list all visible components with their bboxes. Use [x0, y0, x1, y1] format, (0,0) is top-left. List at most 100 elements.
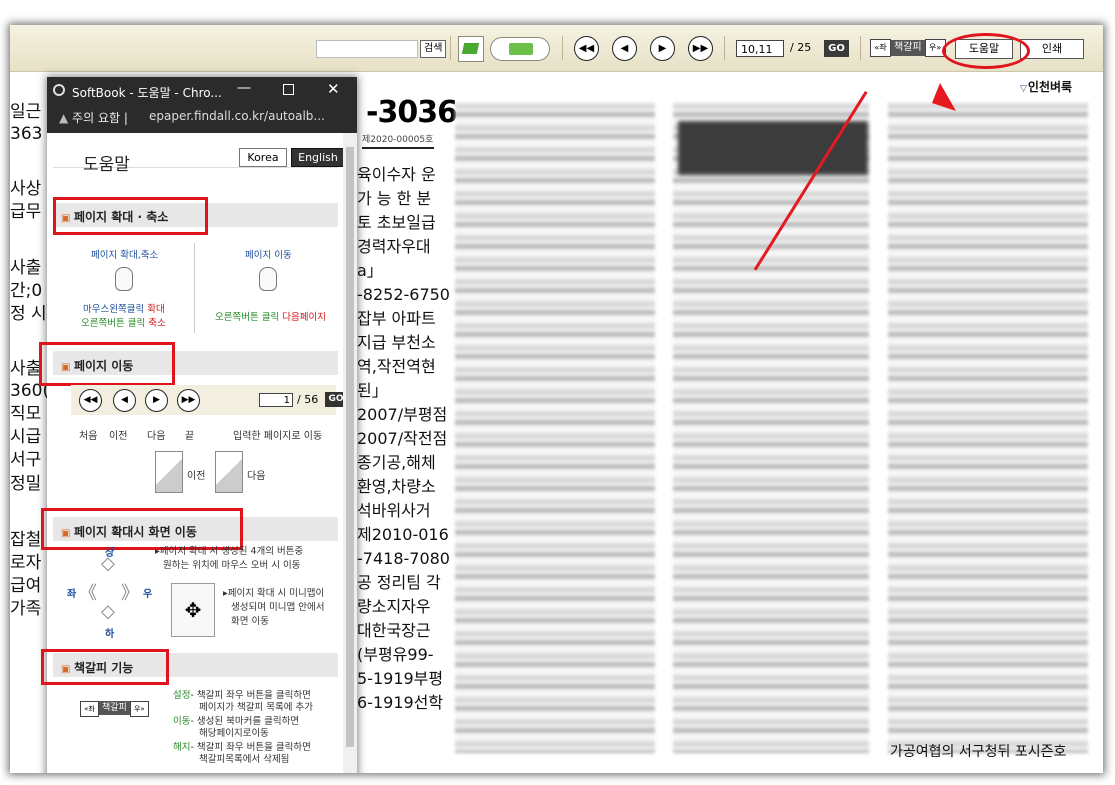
next-page-icon — [215, 451, 243, 493]
left-fragment-text: 잡철 — [10, 530, 42, 550]
column-rule — [362, 147, 434, 149]
middle-column-line: 6-1919선학 — [357, 693, 444, 712]
bookmark-set-desc2: 페이지가 책갈피 목록에 추가 — [199, 702, 313, 713]
toolbar-divider — [450, 36, 451, 60]
warning-text: 주의 요함 — [72, 111, 121, 125]
left-fragment-text: 가족 — [10, 599, 42, 619]
blurred-column-2 — [673, 103, 869, 753]
email-button[interactable] — [458, 36, 484, 62]
arrow-right-icon: 》 — [121, 583, 139, 604]
middle-column-line: (부평유99- — [357, 645, 434, 664]
left-fragment-text: 서구 — [10, 450, 42, 470]
minimize-icon[interactable]: — — [237, 80, 251, 96]
dir-right: 우 — [143, 589, 153, 600]
security-warning[interactable]: ▲ 주의 요함 | — [59, 109, 128, 126]
left-fragment-text: 정 시 — [10, 304, 47, 324]
popup-titlebar: SoftBook - 도움말 - Chro... — ✕ ▲ 주의 요함 | e… — [47, 77, 357, 133]
help-highlight-ellipse — [942, 33, 1030, 69]
bookmark-sample-left: «좌 — [80, 701, 99, 717]
dir-left: 좌 — [67, 589, 77, 600]
help-popup-window: SoftBook - 도움말 - Chro... — ✕ ▲ 주의 요함 | e… — [39, 77, 357, 773]
popup-scrollbar[interactable] — [343, 133, 357, 773]
middle-column-line: 환영,차량소 — [357, 477, 436, 496]
demo-page-total: / 56 — [297, 393, 319, 406]
left-fragment-text: 직모 — [10, 404, 42, 424]
dir-down: 하 — [105, 629, 115, 640]
bookmark-sample-right: 우» — [129, 701, 149, 717]
middle-column-line: 공 정리팀 각 — [357, 573, 441, 592]
go-button[interactable]: GO — [824, 40, 849, 57]
nav-last-label: 끝 — [185, 431, 195, 442]
toolbar-divider — [724, 36, 725, 60]
bookmark-label: 책갈피 — [891, 40, 925, 56]
help-content: 도움말 Korea English 페이지 확대 · 축소 페이지 확대,축소 … — [39, 133, 347, 773]
nav-next-label: 다음 — [147, 431, 166, 442]
popup-window-title: SoftBook - 도움말 - Chro... — [72, 86, 222, 100]
highlight-box-bookmark — [41, 649, 169, 685]
prev-page-button[interactable]: ◀ — [612, 36, 637, 61]
prev-page-icon — [155, 451, 183, 493]
arrow-down-icon: ◇ — [101, 601, 115, 622]
last-icon: ▶▶ — [177, 389, 200, 412]
page-number-input[interactable]: 10,11 — [736, 40, 784, 57]
zoom-in-desc: 마우스왼쪽클릭 확대 — [83, 304, 165, 315]
middle-column-line: 제2010-016 — [357, 525, 449, 544]
red-arrow-head — [932, 83, 956, 111]
arrow-left-icon: 《 — [79, 583, 97, 604]
last-page-button[interactable]: ▶▶ — [688, 36, 713, 61]
warning-icon: ▲ — [59, 111, 73, 125]
blurred-headline — [678, 121, 868, 175]
globe-icon — [53, 84, 65, 96]
nav-input-hint: 입력한 페이지로 이동 — [233, 431, 323, 442]
popup-url: epaper.findall.co.kr/autoalb... — [149, 109, 325, 123]
close-icon[interactable]: ✕ — [327, 80, 340, 98]
bottom-right-text: 가공여협의 서구청뒤 포시즌호 — [890, 744, 1067, 760]
mouse-icon — [259, 267, 277, 291]
middle-column-line: 잡부 아파트 — [357, 309, 436, 328]
zoom-move-desc2b: 생성되며 미니맵 안에서 — [231, 602, 325, 613]
middle-column-line: 토 초보일급 — [357, 213, 436, 232]
search-button[interactable]: 검색 — [420, 40, 447, 58]
middle-column-line: 지급 부천소 — [357, 333, 436, 352]
lang-english-button[interactable]: English — [291, 148, 345, 167]
blurred-column-3 — [888, 103, 1088, 753]
lang-korea-button[interactable]: Korea — [239, 148, 287, 167]
middle-column-line: a」 — [357, 261, 383, 280]
first-page-button[interactable]: ◀◀ — [574, 36, 599, 61]
next-page-button[interactable]: ▶ — [650, 36, 675, 61]
nav-prev-label: 이전 — [109, 431, 128, 442]
left-fragment-text: 363 — [10, 124, 43, 144]
left-fragment-text: 정밀 — [10, 474, 42, 494]
left-fragment-text: 사출 — [10, 359, 42, 379]
nav-demo-row: ◀◀ ◀ ▶ ▶▶ 1 / 56 GO — [71, 385, 347, 415]
middle-column-line: 가 능 한 분 — [357, 189, 432, 208]
region-dropdown[interactable]: 인천벼룩 — [1020, 78, 1072, 95]
newspaper-viewer-window: 검색 ◀◀ ◀ ▶ ▶▶ 10,11 / 25 GO «좌 책갈피 우» 도움말… — [10, 25, 1103, 773]
next-page-desc: 오른쪽버튼 클릭 다음페이지 — [215, 312, 326, 323]
toolbar-divider — [860, 36, 861, 60]
middle-column-line: 5-1919부평 — [357, 669, 444, 688]
left-fragment-text: 급무 — [10, 202, 42, 222]
mouse-icon — [115, 267, 133, 291]
demo-page-input: 1 — [259, 393, 293, 407]
scrollbar-thumb[interactable] — [346, 147, 354, 747]
divider — [194, 243, 195, 333]
left-fragment-text: 로자 — [10, 553, 42, 573]
scrap-button[interactable] — [490, 37, 550, 61]
middle-column-line: 종기공,해체 — [357, 453, 436, 472]
zoom-move-desc2a: ▸페이지 확대 시 미니맵이 — [223, 588, 325, 599]
prev-icon: ◀ — [113, 389, 136, 412]
search-input[interactable] — [316, 40, 418, 58]
help-header: 도움말 Korea English — [53, 137, 345, 175]
maximize-icon[interactable] — [283, 84, 294, 95]
middle-column-line: 역,작전역현 — [357, 357, 436, 376]
middle-column-line: 육이수자 운 — [357, 165, 436, 184]
middle-column-line: 량소지자우 — [357, 597, 431, 616]
bookmark-left-button[interactable]: «좌 — [870, 39, 891, 57]
move-label: 페이지 이동 — [245, 250, 292, 261]
scrap-icon — [509, 43, 533, 55]
left-fragment-text: 시급 — [10, 427, 42, 447]
zoom-move-desc1a: ▸페이지 확대 시 생성된 4개의 버튼중 — [155, 546, 304, 557]
next-icon: ▶ — [145, 389, 168, 412]
middle-column-line: 2007/부평점 — [357, 405, 448, 424]
